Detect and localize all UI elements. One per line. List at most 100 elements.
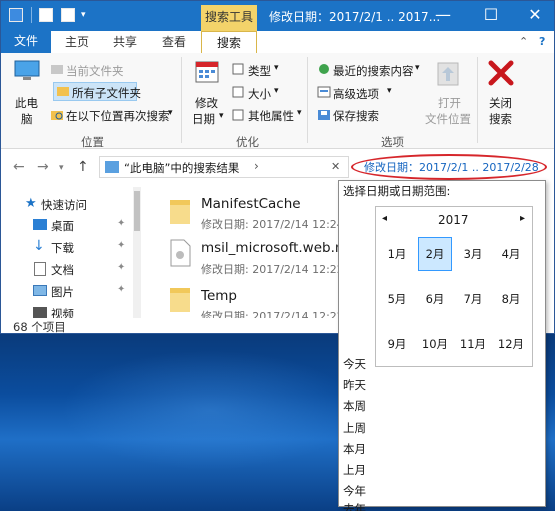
back-arrow-icon[interactable]: ← <box>13 159 25 175</box>
open-file-location-button[interactable]: 打开 <box>438 95 461 111</box>
month-may[interactable]: 5月 <box>380 282 414 316</box>
month-dec[interactable]: 12月 <box>494 327 528 361</box>
preset-this-week[interactable]: 本周 <box>343 398 366 414</box>
month-jul[interactable]: 7月 <box>456 282 490 316</box>
next-year-icon[interactable]: ▸ <box>520 213 525 224</box>
window-title: 修改日期：2017/2/1 .. 2017... <box>269 10 441 24</box>
advanced-options-button[interactable]: 高级选项 <box>333 86 379 102</box>
preset-last-week[interactable]: 上周 <box>343 420 366 436</box>
quick-access-dropdown-icon[interactable]: ▾ <box>81 10 86 20</box>
month-jan[interactable]: 1月 <box>380 237 414 271</box>
date-modified-button[interactable]: 修改 <box>195 95 218 111</box>
address-field[interactable]: “此电脑”中的搜索结果 › <box>99 156 349 178</box>
pin-icon[interactable]: ✦ <box>117 284 125 295</box>
save-search-icon <box>318 110 330 120</box>
search-results-icon <box>105 161 119 173</box>
desktop-icon <box>33 219 47 230</box>
nav-item-quick-access[interactable]: ★ 快速访问 <box>1 193 136 215</box>
clear-address-icon[interactable]: ✕ <box>331 160 340 173</box>
forward-arrow-icon[interactable]: → <box>37 159 49 175</box>
this-pc-button[interactable]: 此电 <box>15 95 38 111</box>
pictures-icon <box>33 285 47 296</box>
other-properties-button[interactable]: 其他属性 <box>248 108 294 124</box>
size-button[interactable]: 大小 <box>248 86 271 102</box>
nav-label: 快速访问 <box>41 198 87 212</box>
tab-search[interactable]: 搜索 <box>201 31 257 55</box>
this-pc-icon <box>14 60 40 80</box>
month-calendar: ◂ 2017 ▸ 1月 2月 3月 4月 5月 6月 7月 8月 9月 10月 … <box>375 206 533 367</box>
collapse-ribbon-icon[interactable]: ⌃ <box>519 35 528 48</box>
month-feb[interactable]: 2月 <box>418 237 452 271</box>
tab-view[interactable]: 查看 <box>151 31 197 53</box>
item-count: 68 个项目 <box>13 320 66 334</box>
properties-icon[interactable] <box>39 8 53 22</box>
size-dropdown-icon[interactable]: ▾ <box>274 86 279 96</box>
calendar-year[interactable]: 2017 <box>438 213 469 227</box>
all-subfolders-button[interactable]: 所有子文件夹 <box>72 85 141 101</box>
preset-today[interactable]: 今天 <box>343 356 366 372</box>
recent-locations-icon[interactable]: ▾ <box>59 163 64 173</box>
recent-searches-icon <box>319 64 329 74</box>
pin-icon[interactable]: ✦ <box>117 218 125 229</box>
previous-year-icon[interactable]: ◂ <box>382 213 387 224</box>
pin-icon[interactable]: ✦ <box>117 240 125 251</box>
nav-item-desktop[interactable]: 桌面 ✦ <box>1 214 136 236</box>
nav-item-pictures[interactable]: 图片 ✦ <box>1 280 136 302</box>
download-arrow-icon: ↓ <box>33 238 45 254</box>
search-again-in-button[interactable]: 在以下位置再次搜索 <box>66 108 170 124</box>
status-bar: 68 个项目 <box>1 318 341 334</box>
group-refine-label: 优化 <box>236 135 259 149</box>
nav-scrollbar-thumb[interactable] <box>134 191 140 231</box>
navigation-pane: ★ 快速访问 桌面 ✦ ↓ 下载 ✦ 文档 ✦ 图片 ✦ 视频 <box>1 185 141 321</box>
up-arrow-icon[interactable]: ↑ <box>77 159 89 175</box>
save-search-button[interactable]: 保存搜索 <box>333 108 379 124</box>
nav-item-downloads[interactable]: ↓ 下载 ✦ <box>1 236 136 258</box>
file-name: Temp <box>201 288 237 304</box>
preset-last-month[interactable]: 上月 <box>343 462 366 478</box>
date-modified-button-line2[interactable]: 日期 <box>192 111 215 127</box>
explorer-icon[interactable] <box>9 8 23 22</box>
minimize-button[interactable]: — <box>421 1 465 31</box>
month-aug[interactable]: 8月 <box>494 282 528 316</box>
preset-this-year[interactable]: 今年 <box>343 483 366 499</box>
type-button[interactable]: 类型 <box>248 63 271 79</box>
other-properties-dropdown-icon[interactable]: ▾ <box>297 108 302 118</box>
preset-this-month[interactable]: 本月 <box>343 441 366 457</box>
close-search-button[interactable]: 关闭 <box>489 95 512 111</box>
advanced-options-dropdown-icon[interactable]: ▾ <box>387 86 392 96</box>
month-oct[interactable]: 10月 <box>418 327 452 361</box>
date-picker-dropdown: 选择日期或日期范围: ◂ 2017 ▸ 1月 2月 3月 4月 5月 6月 7月… <box>338 180 546 511</box>
search-location-icon <box>51 111 63 120</box>
date-modified-dropdown-icon[interactable]: ▾ <box>219 111 224 121</box>
tab-file[interactable]: 文件 <box>1 31 51 53</box>
recent-searches-dropdown-icon[interactable]: ▾ <box>415 63 420 73</box>
close-search-button-line2[interactable]: 搜索 <box>489 111 512 127</box>
help-icon[interactable]: ? <box>539 35 545 48</box>
type-dropdown-icon[interactable]: ▾ <box>274 63 279 73</box>
preset-last-year[interactable]: 去年 <box>343 501 366 511</box>
this-pc-button-line2[interactable]: 脑 <box>21 111 33 127</box>
month-nov[interactable]: 11月 <box>456 327 490 361</box>
group-location-label: 位置 <box>81 135 104 149</box>
folder-icon <box>51 65 63 74</box>
recent-searches-button[interactable]: 最近的搜索内容 <box>333 63 414 79</box>
ribbon-separator <box>477 57 478 143</box>
search-again-dropdown-icon[interactable]: ▾ <box>168 108 173 118</box>
close-button[interactable]: ✕ <box>513 1 554 31</box>
month-apr[interactable]: 4月 <box>494 237 528 271</box>
date-picker-title: 选择日期或日期范围: <box>343 184 451 198</box>
pin-icon[interactable]: ✦ <box>117 262 125 273</box>
new-folder-icon[interactable] <box>61 8 75 22</box>
open-file-location-button-line2[interactable]: 文件位置 <box>425 111 471 127</box>
month-jun[interactable]: 6月 <box>418 282 452 316</box>
preset-yesterday[interactable]: 昨天 <box>343 377 366 393</box>
ribbon-separator <box>307 57 308 143</box>
current-folder-button[interactable]: 当前文件夹 <box>66 63 124 79</box>
month-sep[interactable]: 9月 <box>380 327 414 361</box>
maximize-button[interactable]: ☐ <box>469 1 513 31</box>
breadcrumb-chevron-icon[interactable]: › <box>254 159 259 173</box>
tab-share[interactable]: 共享 <box>103 31 147 53</box>
nav-item-documents[interactable]: 文档 ✦ <box>1 258 136 280</box>
month-mar[interactable]: 3月 <box>456 237 490 271</box>
tab-home[interactable]: 主页 <box>55 31 99 53</box>
